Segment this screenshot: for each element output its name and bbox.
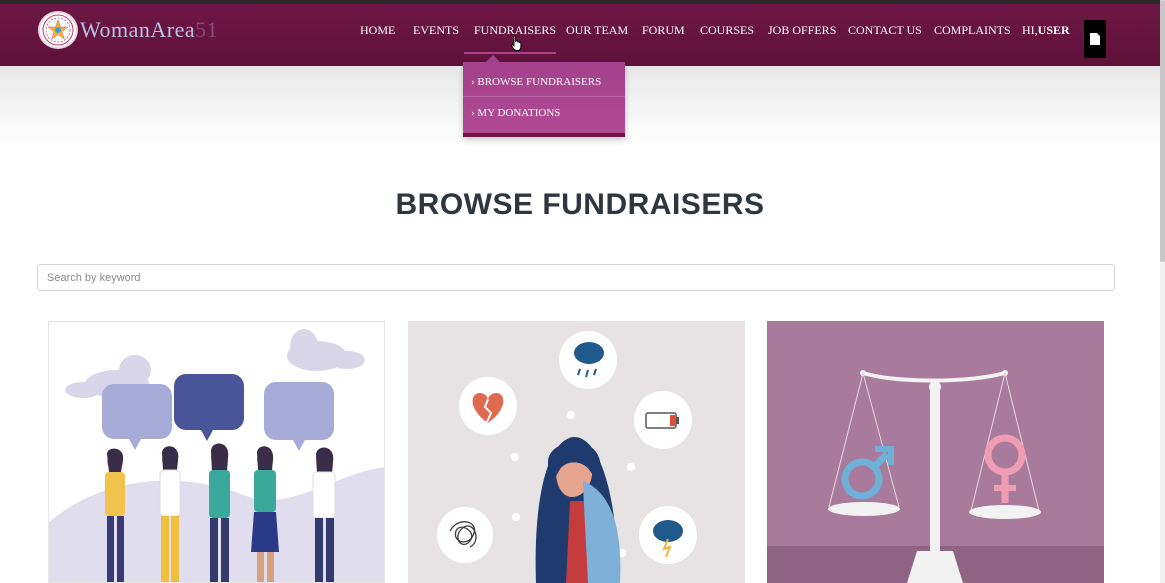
nav-forum[interactable]: FORUM: [642, 23, 685, 38]
scrollbar-thumb[interactable]: [1160, 0, 1165, 262]
search-input[interactable]: [37, 264, 1115, 291]
nav-contact-us[interactable]: CONTACT US: [848, 23, 922, 38]
fundraiser-card[interactable]: [48, 321, 385, 583]
nav-active-indicator: [464, 52, 556, 54]
page-title: BROWSE FUNDRAISERS: [395, 188, 765, 221]
nav-courses[interactable]: COURSES: [700, 23, 754, 38]
fundraisers-dropdown: › BROWSE FUNDRAISERS › MY DONATIONS: [463, 62, 625, 137]
user-avatar[interactable]: [1084, 20, 1106, 58]
fundraiser-card[interactable]: [408, 321, 745, 583]
broken-image-icon: [1090, 33, 1100, 45]
dropdown-browse-fundraisers[interactable]: › BROWSE FUNDRAISERS: [471, 76, 601, 88]
nav-complaints[interactable]: COMPLAINTS: [934, 23, 1011, 38]
greeting-prefix: HI,: [1022, 23, 1038, 37]
nav-job-offers[interactable]: JOB OFFERS: [768, 23, 836, 38]
dropdown-divider: [463, 96, 625, 97]
nav-our-team[interactable]: OUR TEAM: [566, 23, 628, 38]
main-nav: HOME EVENTS FUNDRAISERS OUR TEAM FORUM C…: [0, 23, 1160, 43]
nav-events[interactable]: EVENTS: [413, 23, 459, 38]
dropdown-my-donations[interactable]: › MY DONATIONS: [471, 107, 560, 119]
gender-scale-illustration: [767, 370, 1104, 583]
nav-user-greeting[interactable]: HI,USER: [1022, 23, 1070, 38]
hand-pointer-icon: [511, 35, 522, 51]
nav-home[interactable]: HOME: [360, 23, 395, 38]
navbar: WomanArea51 HOME EVENTS FUNDRAISERS OUR …: [0, 4, 1160, 66]
greeting-username: USER: [1037, 23, 1070, 37]
fundraiser-card[interactable]: [767, 321, 1104, 583]
women-talking-illustration: [49, 329, 384, 582]
sad-woman-illustration: [437, 331, 697, 583]
